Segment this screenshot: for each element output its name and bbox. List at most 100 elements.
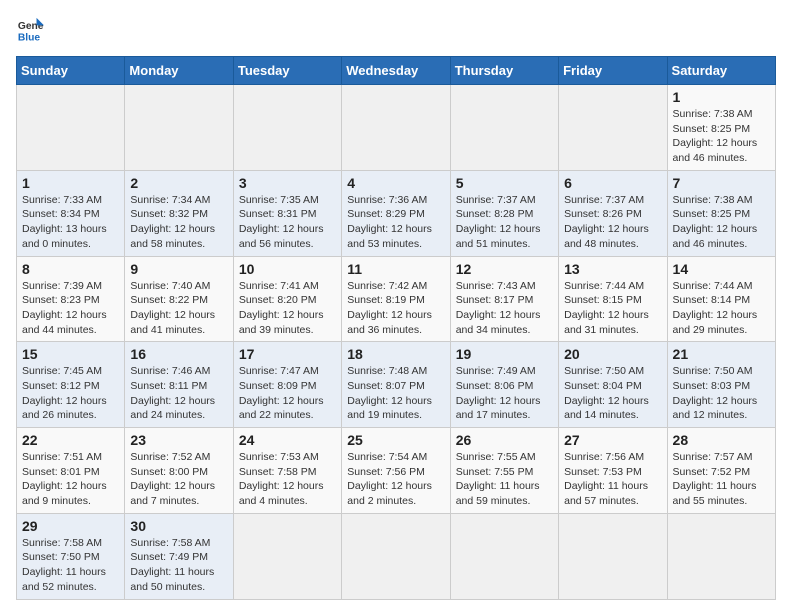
day-info: Sunrise: 7:43 AMSunset: 8:17 PMDaylight:…	[456, 279, 553, 338]
calendar-day: 28 Sunrise: 7:57 AMSunset: 7:52 PMDayligh…	[667, 428, 775, 514]
calendar-day: 30 Sunrise: 7:58 AMSunset: 7:49 PMDayligh…	[125, 513, 233, 599]
calendar-day: 6Sunrise: 7:37 AMSunset: 8:26 PMDaylight…	[559, 170, 667, 256]
calendar-day: 25 Sunrise: 7:54 AMSunset: 7:56 PMDayligh…	[342, 428, 450, 514]
calendar-day	[450, 513, 558, 599]
calendar-header: SundayMondayTuesdayWednesdayThursdayFrid…	[17, 57, 776, 85]
day-number: 2	[130, 175, 227, 191]
day-info: Sunrise: 7:58 AMSunset: 7:50 PMDaylight:…	[22, 536, 119, 595]
day-header-friday: Friday	[559, 57, 667, 85]
calendar-day: 7 Sunrise: 7:38 AMSunset: 8:25 PMDaylight…	[667, 170, 775, 256]
day-info: Sunrise: 7:50 AMSunset: 8:04 PMDaylight:…	[564, 364, 661, 423]
calendar-day: 27 Sunrise: 7:56 AMSunset: 7:53 PMDayligh…	[559, 428, 667, 514]
day-number: 5	[456, 175, 553, 191]
day-number: 7	[673, 175, 770, 191]
day-number: 25	[347, 432, 444, 448]
day-info: Sunrise: 7:35 AMSunset: 8:31 PMDaylight:…	[239, 193, 336, 252]
day-info: Sunrise: 7:33 AMSunset: 8:34 PMDaylight:…	[22, 193, 119, 252]
calendar-week-6: 29 Sunrise: 7:58 AMSunset: 7:50 PMDayligh…	[17, 513, 776, 599]
calendar-day: 21Sunrise: 7:50 AMSunset: 8:03 PMDayligh…	[667, 342, 775, 428]
day-info: Sunrise: 7:47 AMSunset: 8:09 PMDaylight:…	[239, 364, 336, 423]
calendar-day: 17 Sunrise: 7:47 AMSunset: 8:09 PMDayligh…	[233, 342, 341, 428]
calendar-day: 4Sunrise: 7:36 AMSunset: 8:29 PMDaylight…	[342, 170, 450, 256]
day-number: 13	[564, 261, 661, 277]
calendar-day: 1Sunrise: 7:38 AMSunset: 8:25 PMDaylight…	[667, 85, 775, 171]
day-number: 21	[673, 346, 770, 362]
day-number: 3	[239, 175, 336, 191]
day-info: Sunrise: 7:38 AMSunset: 8:25 PMDaylight:…	[673, 193, 770, 252]
day-number: 29	[22, 518, 119, 534]
calendar-week-2: 1 Sunrise: 7:33 AMSunset: 8:34 PMDaylight…	[17, 170, 776, 256]
day-number: 17	[239, 346, 336, 362]
calendar-day: 29 Sunrise: 7:58 AMSunset: 7:50 PMDayligh…	[17, 513, 125, 599]
day-info: Sunrise: 7:58 AMSunset: 7:49 PMDaylight:…	[130, 536, 227, 595]
calendar-day: 5 Sunrise: 7:37 AMSunset: 8:28 PMDaylight…	[450, 170, 558, 256]
day-info: Sunrise: 7:51 AMSunset: 8:01 PMDaylight:…	[22, 450, 119, 509]
calendar-day: 22 Sunrise: 7:51 AMSunset: 8:01 PMDayligh…	[17, 428, 125, 514]
day-header-wednesday: Wednesday	[342, 57, 450, 85]
day-info: Sunrise: 7:38 AMSunset: 8:25 PMDaylight:…	[673, 107, 770, 166]
day-info: Sunrise: 7:40 AMSunset: 8:22 PMDaylight:…	[130, 279, 227, 338]
calendar-day: 20 Sunrise: 7:50 AMSunset: 8:04 PMDayligh…	[559, 342, 667, 428]
logo: General Blue	[16, 16, 44, 44]
day-number: 27	[564, 432, 661, 448]
calendar-day: 9 Sunrise: 7:40 AMSunset: 8:22 PMDaylight…	[125, 256, 233, 342]
calendar-day: 11Sunrise: 7:42 AMSunset: 8:19 PMDayligh…	[342, 256, 450, 342]
calendar-day: 18Sunrise: 7:48 AMSunset: 8:07 PMDayligh…	[342, 342, 450, 428]
calendar-day	[17, 85, 125, 171]
calendar-day	[667, 513, 775, 599]
day-number: 23	[130, 432, 227, 448]
calendar-day: 2 Sunrise: 7:34 AMSunset: 8:32 PMDaylight…	[125, 170, 233, 256]
calendar-day: 19 Sunrise: 7:49 AMSunset: 8:06 PMDayligh…	[450, 342, 558, 428]
calendar-day: 8 Sunrise: 7:39 AMSunset: 8:23 PMDaylight…	[17, 256, 125, 342]
day-info: Sunrise: 7:49 AMSunset: 8:06 PMDaylight:…	[456, 364, 553, 423]
calendar-day: 16Sunrise: 7:46 AMSunset: 8:11 PMDayligh…	[125, 342, 233, 428]
day-header-monday: Monday	[125, 57, 233, 85]
calendar-day	[559, 85, 667, 171]
day-number: 30	[130, 518, 227, 534]
day-info: Sunrise: 7:52 AMSunset: 8:00 PMDaylight:…	[130, 450, 227, 509]
calendar-day: 14Sunrise: 7:44 AMSunset: 8:14 PMDayligh…	[667, 256, 775, 342]
day-number: 18	[347, 346, 444, 362]
calendar-day: 26Sunrise: 7:55 AMSunset: 7:55 PMDayligh…	[450, 428, 558, 514]
day-info: Sunrise: 7:37 AMSunset: 8:28 PMDaylight:…	[456, 193, 553, 252]
calendar-day: 23 Sunrise: 7:52 AMSunset: 8:00 PMDayligh…	[125, 428, 233, 514]
calendar-day: 12Sunrise: 7:43 AMSunset: 8:17 PMDayligh…	[450, 256, 558, 342]
day-number: 8	[22, 261, 119, 277]
day-number: 1	[22, 175, 119, 191]
day-info: Sunrise: 7:53 AMSunset: 7:58 PMDaylight:…	[239, 450, 336, 509]
calendar-day: 1 Sunrise: 7:33 AMSunset: 8:34 PMDaylight…	[17, 170, 125, 256]
day-number: 28	[673, 432, 770, 448]
calendar-day	[450, 85, 558, 171]
day-number: 9	[130, 261, 227, 277]
day-number: 15	[22, 346, 119, 362]
day-number: 19	[456, 346, 553, 362]
calendar-day: 3 Sunrise: 7:35 AMSunset: 8:31 PMDaylight…	[233, 170, 341, 256]
day-info: Sunrise: 7:34 AMSunset: 8:32 PMDaylight:…	[130, 193, 227, 252]
day-info: Sunrise: 7:36 AMSunset: 8:29 PMDaylight:…	[347, 193, 444, 252]
day-info: Sunrise: 7:46 AMSunset: 8:11 PMDaylight:…	[130, 364, 227, 423]
day-info: Sunrise: 7:56 AMSunset: 7:53 PMDaylight:…	[564, 450, 661, 509]
calendar-week-5: 22 Sunrise: 7:51 AMSunset: 8:01 PMDayligh…	[17, 428, 776, 514]
day-number: 22	[22, 432, 119, 448]
day-info: Sunrise: 7:55 AMSunset: 7:55 PMDaylight:…	[456, 450, 553, 509]
calendar-week-1: 1Sunrise: 7:38 AMSunset: 8:25 PMDaylight…	[17, 85, 776, 171]
page-header: General Blue	[16, 16, 776, 44]
day-info: Sunrise: 7:44 AMSunset: 8:14 PMDaylight:…	[673, 279, 770, 338]
day-header-tuesday: Tuesday	[233, 57, 341, 85]
day-info: Sunrise: 7:44 AMSunset: 8:15 PMDaylight:…	[564, 279, 661, 338]
calendar-day	[233, 513, 341, 599]
day-info: Sunrise: 7:45 AMSunset: 8:12 PMDaylight:…	[22, 364, 119, 423]
day-number: 6	[564, 175, 661, 191]
calendar-body: 1 Sunrise: 7:38 AMSunset: 8:25 PMDaylight…	[17, 85, 776, 600]
day-info: Sunrise: 7:54 AMSunset: 7:56 PMDaylight:…	[347, 450, 444, 509]
calendar-table: SundayMondayTuesdayWednesdayThursdayFrid…	[16, 56, 776, 600]
calendar-day	[233, 85, 341, 171]
day-info: Sunrise: 7:57 AMSunset: 7:52 PMDaylight:…	[673, 450, 770, 509]
day-number: 20	[564, 346, 661, 362]
calendar-day	[125, 85, 233, 171]
day-header-saturday: Saturday	[667, 57, 775, 85]
calendar-day: 13 Sunrise: 7:44 AMSunset: 8:15 PMDayligh…	[559, 256, 667, 342]
day-number: 24	[239, 432, 336, 448]
day-info: Sunrise: 7:39 AMSunset: 8:23 PMDaylight:…	[22, 279, 119, 338]
calendar-day	[342, 85, 450, 171]
